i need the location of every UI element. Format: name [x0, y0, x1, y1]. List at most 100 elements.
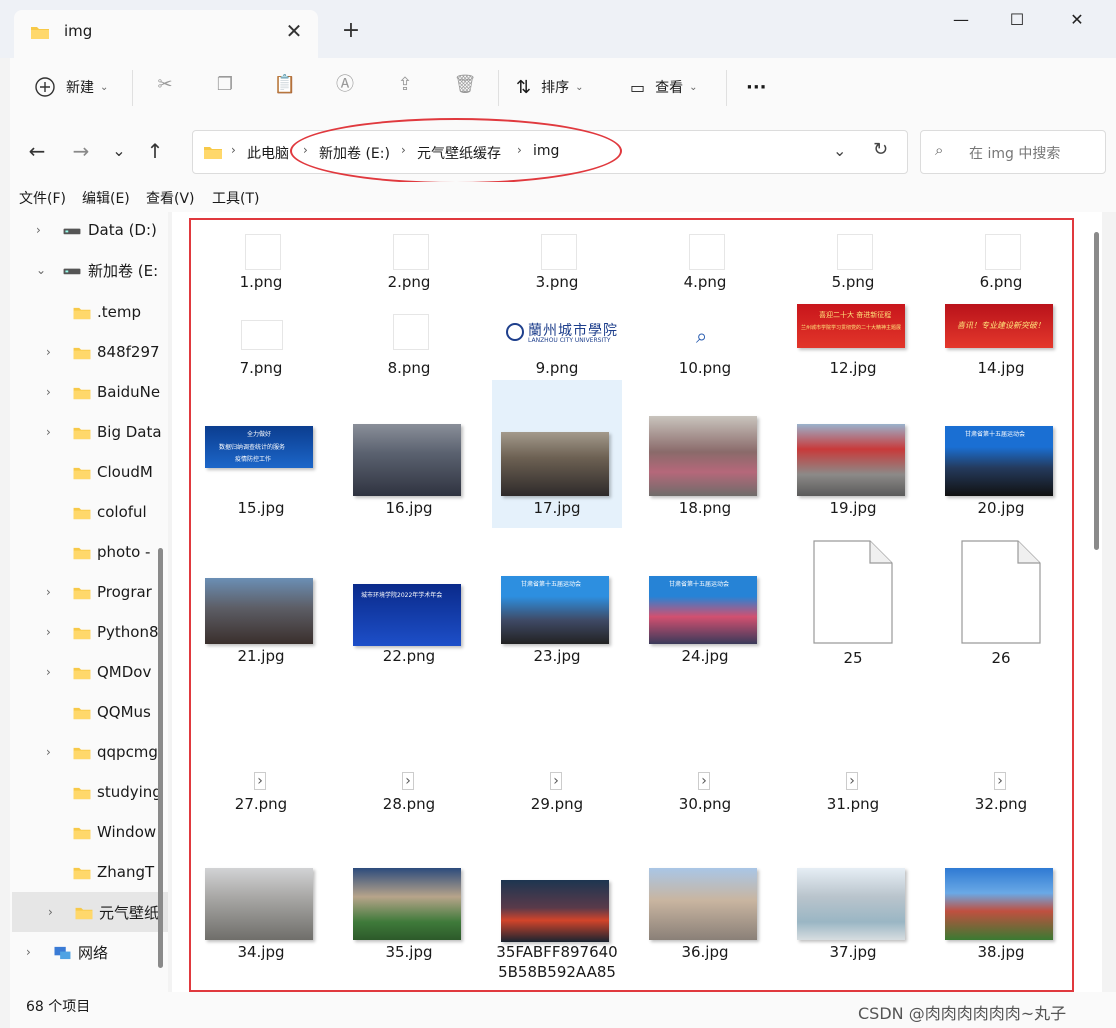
file-tile[interactable]: 18.png [640, 380, 770, 528]
paste-icon[interactable]: 📋 [273, 73, 297, 97]
forward-icon[interactable]: → [68, 138, 94, 164]
chevron-right-icon[interactable]: › [46, 425, 58, 439]
sidebar-item[interactable]: CloudM [10, 452, 168, 492]
cut-icon[interactable]: ✂ [153, 73, 177, 97]
sidebar-item[interactable]: › Big Data [10, 412, 168, 452]
file-tile[interactable]: 甘肃省第十五届运动会 20.jpg [936, 380, 1066, 528]
sidebar-item[interactable]: › Data (D:) [10, 212, 168, 250]
chevron-right-icon[interactable]: › [46, 625, 58, 639]
file-tile[interactable]: ⌕ 10.png [640, 298, 770, 382]
chevron-down-icon[interactable]: ⌄ [833, 141, 846, 160]
sidebar-item[interactable]: › Python8 [10, 612, 168, 652]
file-tile[interactable]: 38.jpg [936, 824, 1066, 972]
view-button[interactable]: ▭ 查看 ⌄ [630, 70, 698, 104]
recent-locations-icon[interactable]: ⌄ [106, 138, 132, 164]
close-tab-button[interactable]: ✕ [284, 20, 304, 42]
sidebar-item[interactable]: › BaiduNe [10, 372, 168, 412]
close-window-button[interactable]: ✕ [1054, 8, 1100, 32]
file-tile[interactable]: 16.jpg [344, 380, 474, 528]
sort-label: 排序 [541, 80, 570, 96]
sidebar-item[interactable]: ZhangT [10, 852, 168, 892]
file-tile[interactable]: 3.png [492, 224, 622, 294]
back-icon[interactable]: ← [24, 138, 50, 164]
refresh-icon[interactable]: ↻ [873, 139, 888, 160]
file-tile[interactable]: 4.png [640, 224, 770, 294]
file-tile[interactable]: 蘭州城市學院 LANZHOU CITY UNIVERSITY 9.png [492, 298, 622, 382]
file-tile[interactable]: › 27.png [196, 676, 326, 824]
file-tile[interactable]: 1.png [196, 224, 326, 294]
file-tile[interactable]: 甘肃省第十五届运动会 24.jpg [640, 528, 770, 676]
sidebar-item[interactable]: › 元气壁纸 [12, 892, 168, 932]
file-tile[interactable]: › 28.png [344, 676, 474, 824]
file-tile[interactable]: › 30.png [640, 676, 770, 824]
file-tile[interactable]: › 32.png [936, 676, 1066, 824]
more-options-button[interactable]: ··· [746, 70, 767, 104]
delete-icon[interactable]: 🗑 [453, 73, 477, 97]
file-tile[interactable]: 8.png [344, 298, 474, 382]
chevron-right-icon[interactable]: › [36, 223, 48, 237]
sidebar-item[interactable]: › 848f297 [10, 332, 168, 372]
menu-edit[interactable]: 编辑(E) [82, 188, 130, 208]
file-tile[interactable]: 7.png [196, 298, 326, 382]
chevron-right-icon[interactable]: › [26, 945, 38, 959]
sidebar-item[interactable]: › Prograr [10, 572, 168, 612]
chevron-down-icon[interactable]: ⌄ [36, 263, 48, 277]
file-tile[interactable]: 喜迎二十大 奋进新征程 兰州城市学院学习贯彻党的二十大精神主题展 12.jpg [788, 298, 918, 382]
sidebar-item-label: 元气壁纸 [99, 903, 160, 922]
maximize-button[interactable]: ☐ [994, 8, 1040, 32]
chevron-right-icon[interactable]: › [46, 345, 58, 359]
sidebar-item[interactable]: photo - [10, 532, 168, 572]
chevron-right-icon[interactable]: › [48, 905, 60, 919]
file-tile[interactable]: 37.jpg [788, 824, 918, 972]
file-tile[interactable]: 全力做好 数据归纳调查统计的服务 疫情防控工作 15.jpg [196, 380, 326, 528]
file-name-label: 23.jpg [533, 647, 581, 665]
search-box[interactable]: ⌕ 在 img 中搜索 [920, 130, 1106, 174]
sidebar-scrollbar[interactable] [158, 548, 163, 968]
minimize-button[interactable]: — [938, 8, 984, 32]
sidebar-item[interactable]: coloful [10, 492, 168, 532]
content-scrollbar[interactable] [1094, 232, 1099, 550]
tab-img[interactable]: img ✕ [14, 10, 318, 58]
sidebar-item[interactable]: .temp [10, 292, 168, 332]
search-input[interactable]: 在 img 中搜索 [969, 143, 1060, 163]
file-tile[interactable]: 26 [936, 528, 1066, 676]
file-tile[interactable]: 2.png [344, 224, 474, 294]
file-tile[interactable]: 甘肃省第十五届运动会 23.jpg [492, 528, 622, 676]
file-tile[interactable]: 21.jpg [196, 528, 326, 676]
file-tile[interactable]: 35.jpg [344, 824, 474, 972]
file-tile[interactable]: 34.jpg [196, 824, 326, 972]
file-tile[interactable]: 6.png [936, 224, 1066, 294]
sidebar-item[interactable]: › 网络 [10, 932, 168, 972]
chevron-right-icon[interactable]: › [46, 385, 58, 399]
breadcrumb-this-pc[interactable]: 此电脑 [247, 143, 289, 163]
file-tile[interactable]: 5.png [788, 224, 918, 294]
menu-file[interactable]: 文件(F) [19, 188, 66, 208]
file-tile[interactable]: 25 [788, 528, 918, 676]
chevron-right-icon[interactable]: › [46, 745, 58, 759]
sidebar-item[interactable]: › qqpcmg [10, 732, 168, 772]
file-tile[interactable]: › 29.png [492, 676, 622, 824]
copy-icon[interactable]: ❐ [213, 73, 237, 97]
file-tile[interactable]: › 31.png [788, 676, 918, 824]
sidebar-item[interactable]: ⌄ 新加卷 (E: [10, 250, 168, 290]
new-button[interactable]: 新建 ⌄ [34, 70, 108, 104]
up-icon[interactable]: ↑ [142, 138, 168, 164]
sidebar-item[interactable]: Window [10, 812, 168, 852]
sidebar-item[interactable]: QQMus [10, 692, 168, 732]
file-tile[interactable]: 17.jpg [492, 380, 622, 528]
menu-view[interactable]: 查看(V) [146, 188, 195, 208]
chevron-right-icon[interactable]: › [46, 585, 58, 599]
menu-tools[interactable]: 工具(T) [212, 188, 259, 208]
file-tile[interactable]: 36.jpg [640, 824, 770, 972]
file-tile[interactable]: 喜讯！专业建设新突破！ 14.jpg [936, 298, 1066, 382]
sidebar-item[interactable]: studying [10, 772, 168, 812]
file-tile[interactable]: 35FABFF897640 5B58B592AA85 [492, 824, 622, 981]
sidebar-item[interactable]: › QMDov [10, 652, 168, 692]
file-tile[interactable]: 19.jpg [788, 380, 918, 528]
sort-button[interactable]: ⇅ 排序 ⌄ [516, 70, 583, 104]
chevron-right-icon[interactable]: › [46, 665, 58, 679]
share-icon[interactable]: ⇪ [393, 73, 417, 97]
new-tab-button[interactable]: + [340, 18, 362, 44]
rename-icon[interactable]: Ⓐ [333, 73, 357, 97]
file-tile[interactable]: 城市环境学院2022年学术年会 22.png [344, 528, 474, 676]
